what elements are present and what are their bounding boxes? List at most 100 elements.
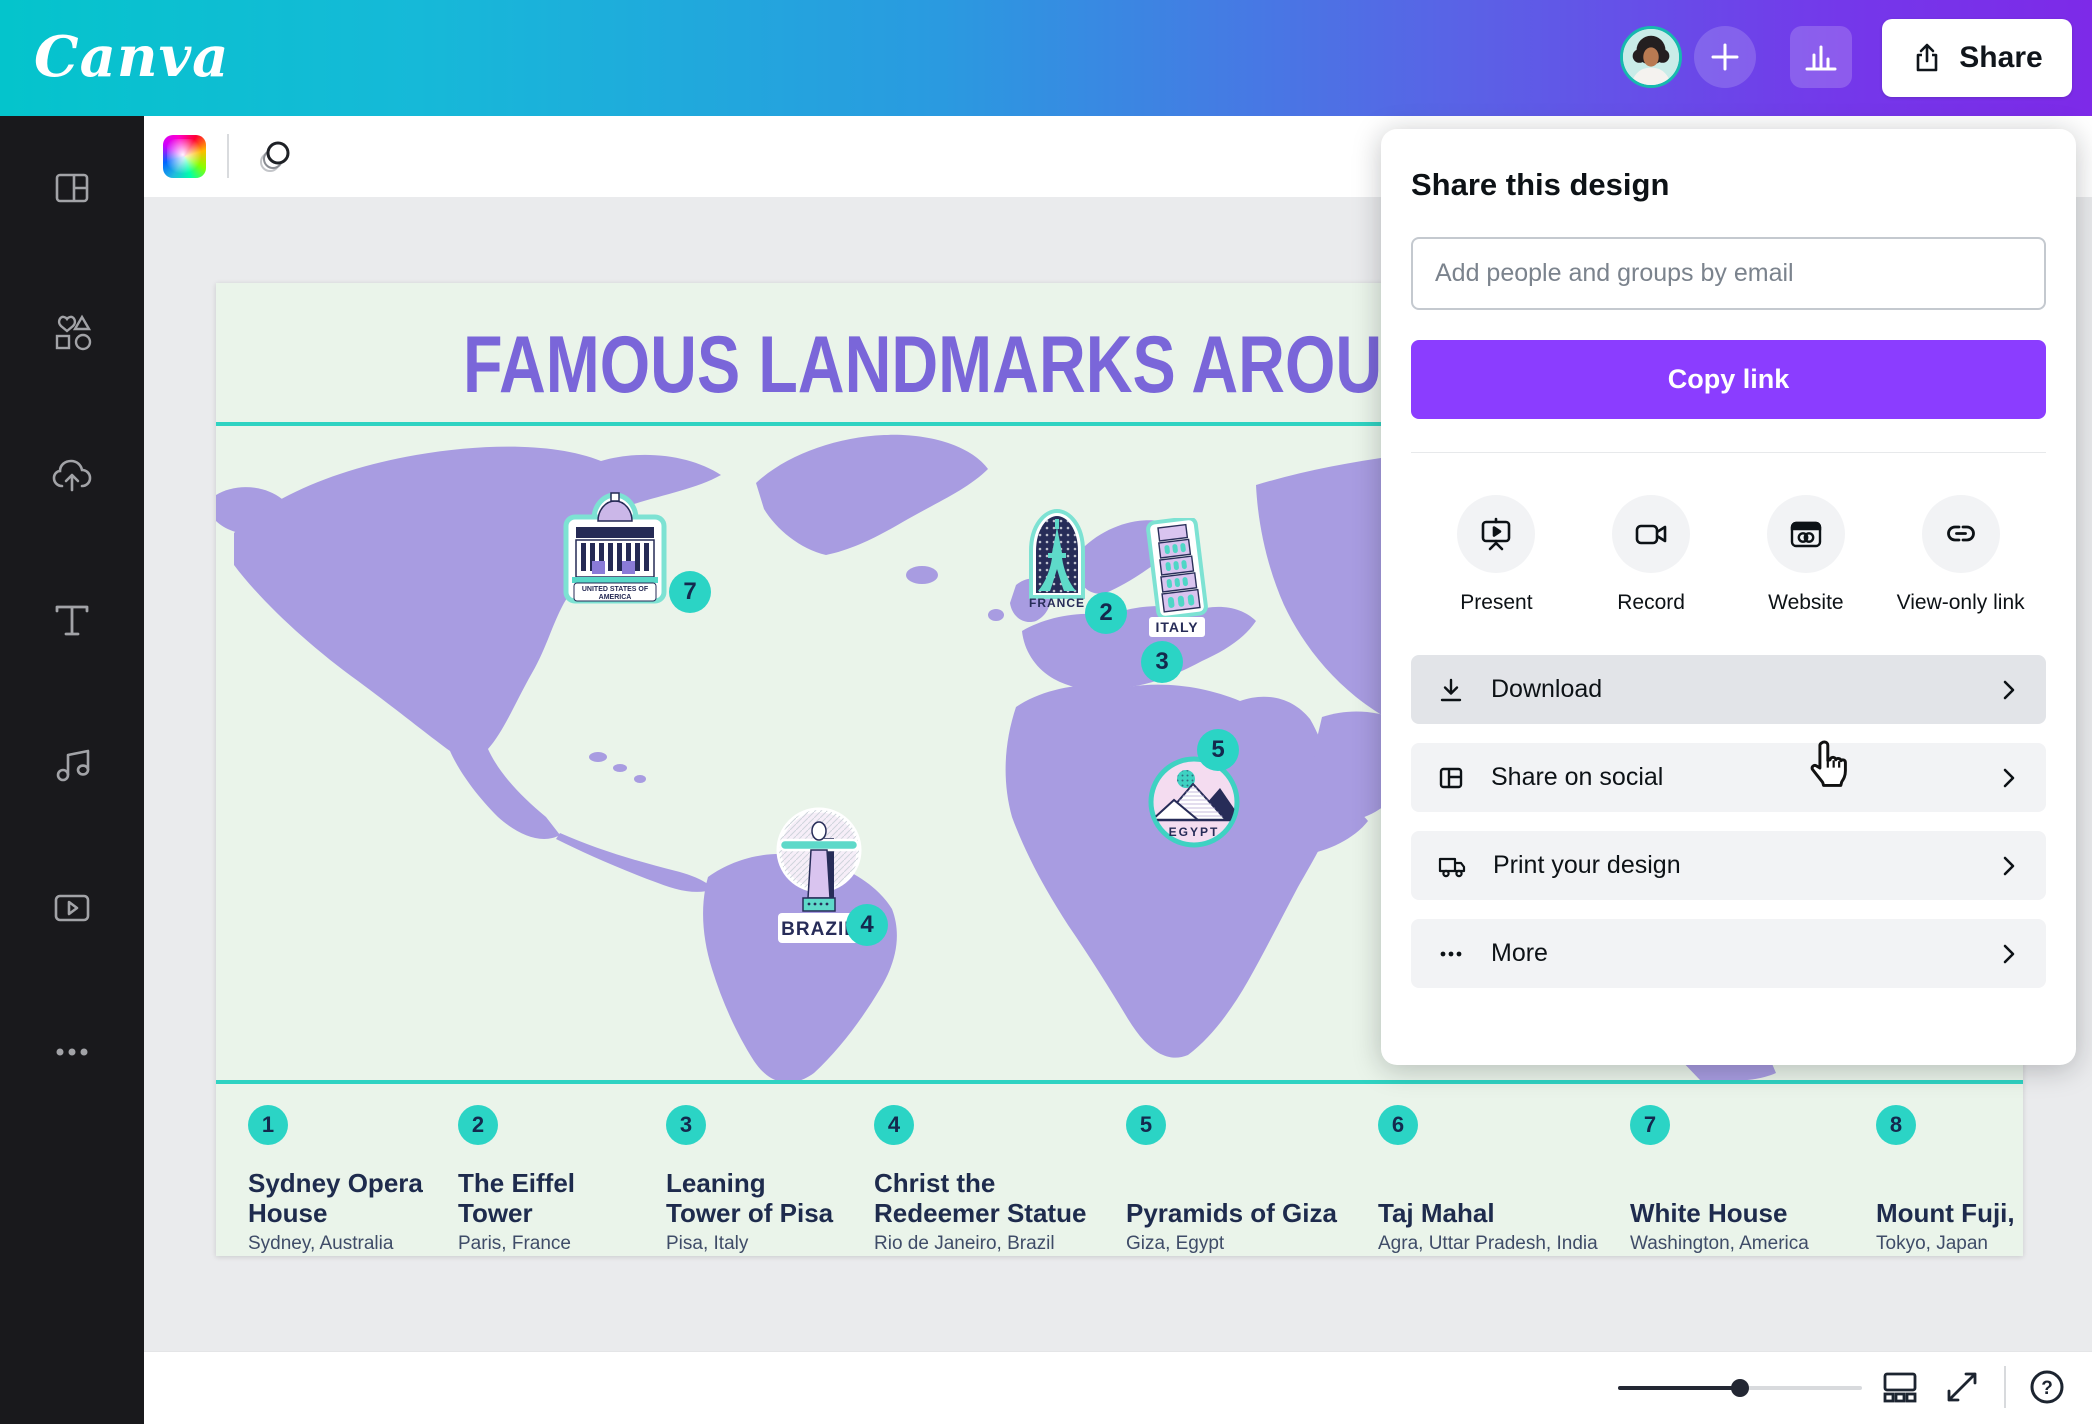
landmark-title: Pyramids of Giza <box>1126 1198 1337 1229</box>
avatar[interactable] <box>1620 26 1682 88</box>
help-button[interactable]: ? <box>2024 1364 2070 1410</box>
more-dots-icon <box>51 1031 93 1073</box>
presentation-play-icon <box>1457 495 1535 573</box>
sidebar-item-more[interactable] <box>0 980 144 1124</box>
object-panel-sidebar <box>0 116 144 1424</box>
map-badge-4[interactable]: 4 <box>846 904 888 946</box>
canva-logo[interactable]: Canva <box>34 24 229 90</box>
insights-button[interactable] <box>1790 26 1852 88</box>
landmark-location: Rio de Janeiro, Brazil <box>874 1233 1055 1255</box>
usa-label-line2: AMERICA <box>599 594 632 601</box>
white-house-sticker[interactable]: UNITED STATES OF AMERICA <box>558 477 672 605</box>
landmark-item-8[interactable]: 8 Mount Fuji, Tokyo, Japan <box>1876 1105 2023 1255</box>
design-grid-icon <box>52 168 92 208</box>
record-button[interactable]: Record <box>1574 495 1729 615</box>
landmark-number-badge: 4 <box>874 1105 914 1145</box>
quick-action-label: Present <box>1460 591 1532 615</box>
landmark-number-badge: 2 <box>458 1105 498 1145</box>
design-title-text[interactable]: FAMOUS LANDMARKS AROUND <box>463 317 1476 414</box>
landmark-location: Pisa, Italy <box>666 1233 748 1255</box>
landmark-location: Tokyo, Japan <box>1876 1233 1988 1255</box>
landmark-number-badge: 1 <box>248 1105 288 1145</box>
fullscreen-icon <box>1942 1367 1982 1407</box>
fullscreen-button[interactable] <box>1939 1364 1985 1410</box>
quick-action-label: View-only link <box>1897 591 2025 615</box>
landmark-title: The Eiffel Tower <box>458 1168 575 1229</box>
landmark-title: Leaning Tower of Pisa <box>666 1168 833 1229</box>
share-button-label: Share <box>1959 41 2042 75</box>
share-panel: Share this design Copy link Present Reco… <box>1381 129 2076 1065</box>
landmark-item-2[interactable]: 2 The Eiffel Tower Paris, France <box>458 1105 653 1255</box>
view-only-link-button[interactable]: View-only link <box>1883 495 2038 615</box>
color-swatch-icon[interactable] <box>163 135 206 178</box>
italy-label: ITALY <box>1155 619 1198 635</box>
landmark-item-4[interactable]: 4 Christ the Redeemer Statue Rio de Jane… <box>874 1105 1089 1255</box>
zoom-slider-track-filled <box>1618 1386 1740 1390</box>
landmark-number-badge: 7 <box>1630 1105 1670 1145</box>
map-badge-7[interactable]: 7 <box>669 571 711 613</box>
sidebar-item-design[interactable] <box>0 116 144 260</box>
zoom-slider-thumb[interactable] <box>1731 1379 1749 1397</box>
landmark-number-badge: 3 <box>666 1105 706 1145</box>
bar-chart-icon <box>1803 39 1839 75</box>
toolbar-divider <box>227 134 229 178</box>
copy-link-button[interactable]: Copy link <box>1411 340 2046 419</box>
landmark-number-badge: 5 <box>1126 1105 1166 1145</box>
sidebar-item-audio[interactable] <box>0 692 144 836</box>
share-on-social-row[interactable]: Share on social <box>1411 743 2046 812</box>
sidebar-item-text[interactable] <box>0 548 144 692</box>
map-badge-5[interactable]: 5 <box>1197 729 1239 771</box>
download-row[interactable]: Download <box>1411 655 2046 724</box>
help-icon: ? <box>2025 1365 2069 1409</box>
video-camera-icon <box>1612 495 1690 573</box>
sidebar-item-uploads[interactable] <box>0 404 144 548</box>
landmark-title: Christ the Redeemer Statue <box>874 1168 1086 1229</box>
leaning-tower-italy-sticker[interactable]: ITALY <box>1141 518 1213 640</box>
email-input[interactable] <box>1411 237 2046 310</box>
landmark-item-7[interactable]: 7 White House Washington, America <box>1630 1105 1870 1255</box>
present-button[interactable]: Present <box>1419 495 1574 615</box>
delivery-truck-icon <box>1437 851 1467 881</box>
more-row[interactable]: More <box>1411 919 2046 988</box>
bottom-bar-divider <box>2004 1366 2006 1408</box>
row-label: Share on social <box>1491 763 1663 792</box>
create-new-button[interactable] <box>1694 26 1756 88</box>
landmark-item-5[interactable]: 5 Pyramids of Giza Giza, Egypt <box>1126 1105 1366 1255</box>
website-button[interactable]: Website <box>1729 495 1884 615</box>
landmark-item-6[interactable]: 6 Taj Mahal Agra, Uttar Pradesh, India <box>1378 1105 1628 1255</box>
map-badge-2[interactable]: 2 <box>1085 592 1127 634</box>
top-bar: Canva Share <box>0 0 2092 116</box>
videos-play-icon <box>51 887 93 929</box>
sidebar-item-videos[interactable] <box>0 836 144 980</box>
print-your-design-row[interactable]: Print your design <box>1411 831 2046 900</box>
zoom-slider[interactable] <box>1618 1379 1862 1397</box>
zoom-slider-track <box>1740 1386 1862 1390</box>
browser-link-icon <box>1767 495 1845 573</box>
sidebar-item-elements[interactable] <box>0 260 144 404</box>
elements-shapes-icon <box>51 311 93 353</box>
pages-view-button[interactable] <box>1877 1364 1923 1410</box>
panel-divider <box>1411 452 2046 453</box>
chevron-right-icon <box>1996 942 2020 966</box>
eiffel-tower-france-sticker[interactable]: FRANCE <box>1024 505 1090 611</box>
transparency-icon[interactable] <box>252 132 300 180</box>
france-label: FRANCE <box>1029 596 1085 610</box>
share-button[interactable]: Share <box>1882 19 2072 97</box>
share-options-list: Download Share on social Print your desi… <box>1411 655 2046 988</box>
landmark-item-1[interactable]: 1 Sydney Opera House Sydney, Australia <box>248 1105 443 1255</box>
egypt-label: EGYPT <box>1169 825 1220 839</box>
landmark-item-3[interactable]: 3 Leaning Tower of Pisa Pisa, Italy <box>666 1105 861 1255</box>
divider-line-bottom[interactable] <box>216 1080 2023 1084</box>
landmark-location: Washington, America <box>1630 1233 1809 1255</box>
landmark-location: Sydney, Australia <box>248 1233 393 1255</box>
quick-actions-row: Present Record Website <box>1411 495 2046 615</box>
map-badge-3[interactable]: 3 <box>1141 641 1183 683</box>
landmark-number-badge: 6 <box>1378 1105 1418 1145</box>
landmark-number-badge: 8 <box>1876 1105 1916 1145</box>
plus-icon <box>1708 40 1742 74</box>
ellipsis-icon <box>1437 940 1465 968</box>
chevron-right-icon <box>1996 766 2020 790</box>
overlapping-circles-icon <box>253 133 299 179</box>
svg-text:?: ? <box>2041 1378 2053 1399</box>
pages-view-icon <box>1879 1366 1921 1408</box>
